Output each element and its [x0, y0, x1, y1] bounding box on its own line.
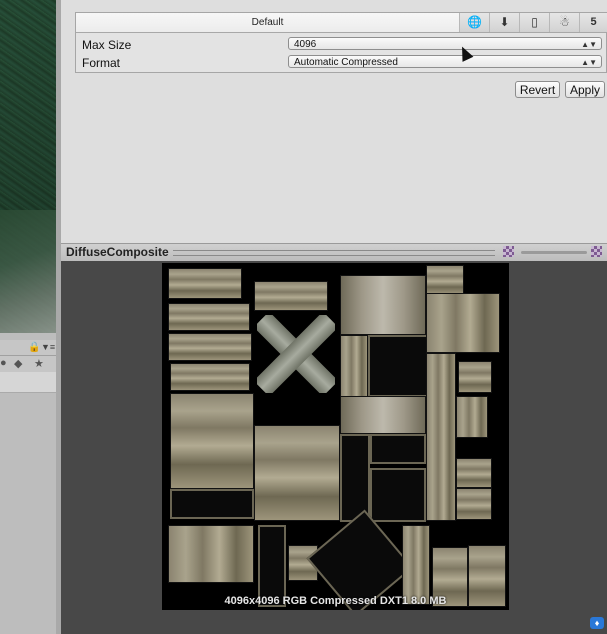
chevron-updown-icon: ▲▼ [581, 40, 597, 49]
max-size-label: Max Size [82, 38, 132, 52]
texture-preview: 4096x4096 RGB Compressed DXT1 8.0 MB [162, 263, 509, 610]
globe-icon[interactable]: 🌐 [459, 13, 489, 32]
people-icon[interactable]: ● [0, 357, 7, 369]
lock-icon[interactable]: 🔒 [28, 342, 40, 353]
texture-info: 4096x4096 RGB Compressed DXT1 8.0 MB [224, 595, 447, 607]
texture-patch [456, 458, 492, 488]
format-value: Automatic Compressed [294, 57, 398, 68]
project-filter-row: ● ◆ ★ [0, 355, 56, 372]
max-size-dropdown[interactable]: 4096 ▲▼ [288, 37, 602, 50]
cross-patch [257, 315, 335, 393]
max-size-value: 4096 [294, 39, 317, 50]
format-label: Format [82, 56, 121, 70]
texture-patch [370, 468, 426, 522]
platform-tabs: Default 🌐 ⬇ ▯ ☃ 5 [76, 13, 607, 33]
mip-slider[interactable] [521, 251, 587, 254]
star-icon[interactable]: ★ [34, 357, 44, 370]
texture-patch [170, 489, 254, 519]
asset-label-icon[interactable]: ♦ [590, 617, 604, 629]
chevron-updown-icon: ▲▼ [581, 58, 597, 67]
html5-icon[interactable]: 5 [579, 13, 607, 32]
inspector-panel: Default 🌐 ⬇ ▯ ☃ 5 Max Size 4096 ▲▼ Forma… [61, 0, 607, 243]
platform-settings: Default 🌐 ⬇ ▯ ☃ 5 Max Size 4096 ▲▼ Forma… [75, 12, 607, 73]
panel-menu-icon[interactable]: ▼≡ [41, 342, 55, 352]
download-icon[interactable]: ⬇ [489, 13, 519, 32]
phone-icon[interactable]: ▯ [519, 13, 549, 32]
format-dropdown[interactable]: Automatic Compressed ▲▼ [288, 55, 602, 68]
mip-checker-icon[interactable] [591, 246, 602, 257]
preview-area: 4096x4096 RGB Compressed DXT1 8.0 MB ♦ [61, 261, 607, 634]
texture-patch [458, 361, 492, 393]
scene-view-terrain [0, 210, 56, 333]
texture-patch [340, 275, 426, 335]
texture-patch [254, 425, 340, 521]
preview-title: DiffuseComposite [66, 245, 169, 259]
texture-patch [168, 333, 252, 361]
revert-button[interactable]: Revert [515, 81, 560, 98]
label-tag-icon[interactable]: ◆ [14, 357, 22, 370]
texture-patch [456, 488, 492, 520]
alpha-toggle-icon[interactable] [503, 246, 514, 257]
texture-patch [170, 363, 250, 391]
texture-patch [456, 396, 488, 438]
texture-patch [170, 393, 254, 489]
tab-default[interactable]: Default [76, 13, 460, 32]
texture-patch [168, 525, 254, 583]
texture-patch [402, 525, 430, 605]
texture-patch [426, 353, 456, 521]
texture-patch [168, 268, 242, 299]
project-list-item[interactable] [0, 372, 56, 393]
texture-patch [168, 303, 250, 331]
apply-button[interactable]: Apply [565, 81, 605, 98]
texture-patch [370, 434, 426, 464]
texture-patch [426, 265, 464, 295]
texture-patch [340, 434, 370, 522]
resize-handle[interactable] [173, 250, 495, 256]
android-icon[interactable]: ☃ [549, 13, 579, 32]
texture-patch [254, 281, 328, 311]
texture-patch [340, 335, 368, 397]
left-panel: 🔒 ▼≡ ● ◆ ★ [0, 0, 61, 634]
texture-patch [426, 293, 500, 353]
preview-header: DiffuseComposite [61, 243, 607, 262]
texture-patch [368, 335, 428, 397]
texture-patch [340, 396, 426, 434]
